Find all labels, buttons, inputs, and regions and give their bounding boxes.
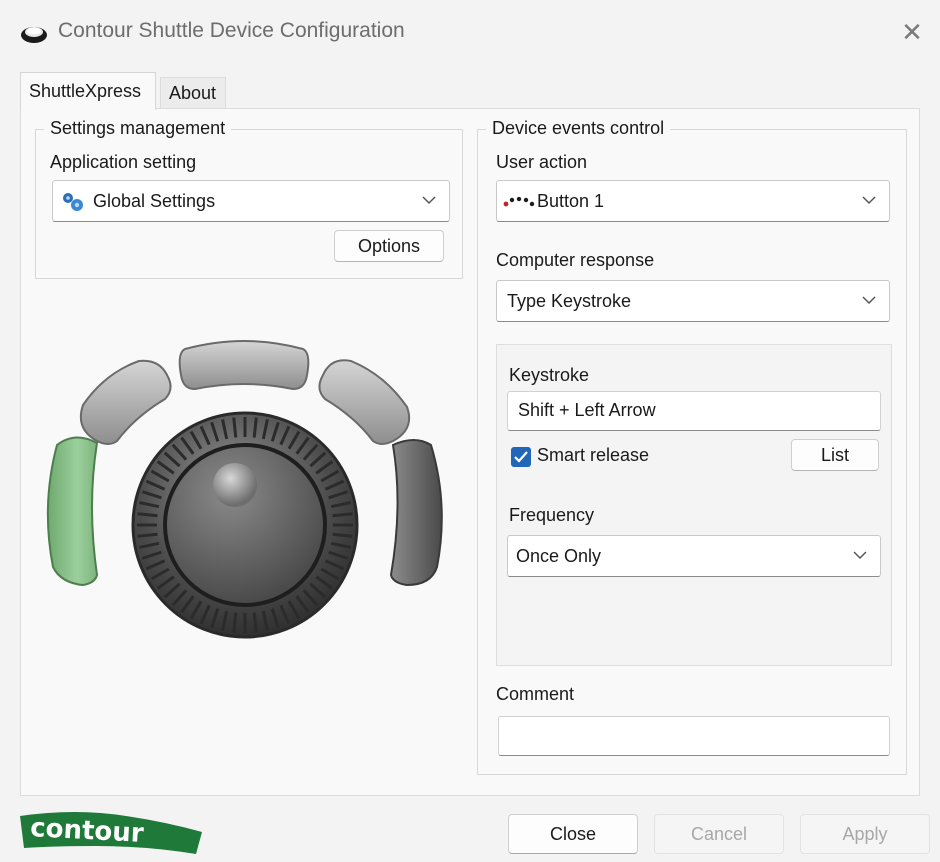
computer-response-value: Type Keystroke — [507, 291, 632, 311]
frequency-dropdown[interactable]: Once Only — [507, 535, 881, 577]
tab-about-label: About — [169, 83, 217, 103]
title-bar: Contour Shuttle Device Configuration ✕ — [0, 0, 940, 64]
chevron-down-icon — [862, 296, 876, 305]
shuttle-ring-grip — [252, 417, 258, 438]
frequency-value: Once Only — [516, 546, 602, 566]
response-options-panel: Keystroke Shift + Left Arrow Smart relea… — [496, 344, 892, 666]
settings-management-group: Settings management Application setting … — [35, 118, 463, 279]
window-close-icon[interactable]: ✕ — [896, 16, 928, 48]
shuttle-ring-grip — [332, 532, 353, 538]
window-title: Contour Shuttle Device Configuration — [58, 19, 405, 42]
tab-shuttlexpress[interactable]: ShuttleXpress — [20, 72, 156, 110]
shuttlexpress-device-illustration — [46, 340, 443, 639]
chevron-down-icon — [422, 196, 436, 205]
device-button-4[interactable] — [318, 359, 411, 445]
shuttle-ring-grip — [232, 417, 238, 438]
shuttle-ring-grip — [232, 612, 238, 633]
user-action-label: User action — [496, 152, 588, 172]
settings-management-title: Settings management — [44, 118, 232, 139]
shuttle-ring-grip — [137, 512, 158, 518]
smart-release-checkbox[interactable] — [511, 447, 531, 467]
apply-button: Apply — [800, 814, 930, 854]
computer-response-dropdown[interactable]: Type Keystroke — [496, 280, 890, 322]
chevron-down-icon — [862, 196, 876, 205]
tab-content-panel: Settings management Application setting … — [20, 108, 920, 796]
application-setting-label: Application setting — [50, 152, 197, 172]
device-events-title: Device events control — [486, 118, 671, 139]
cancel-button: Cancel — [654, 814, 784, 854]
tab-shuttlexpress-label: ShuttleXpress — [29, 81, 142, 101]
tab-about[interactable]: About — [160, 77, 226, 108]
comment-field[interactable] — [498, 716, 890, 756]
chevron-down-icon — [853, 551, 867, 560]
device-button-2[interactable] — [79, 359, 172, 445]
options-button[interactable]: Options — [334, 230, 444, 262]
device-events-group: Device events control User action Button… — [477, 118, 907, 775]
application-setting-dropdown[interactable]: Global Settings — [52, 180, 450, 222]
keystroke-label: Keystroke — [509, 365, 590, 385]
logo-text: contour — [30, 813, 145, 849]
close-button[interactable]: Close — [508, 814, 638, 854]
user-action-value: Button 1 — [537, 191, 605, 211]
contour-logo: contour — [20, 812, 202, 854]
global-settings-icon — [63, 193, 83, 211]
config-window: Contour Shuttle Device Configuration ✕ S… — [0, 0, 940, 862]
shuttle-ring-grip — [252, 612, 258, 633]
button-dots-icon — [503, 197, 535, 207]
list-button[interactable]: List — [791, 439, 879, 471]
device-button-5[interactable] — [389, 439, 443, 587]
user-action-dropdown[interactable]: Button 1 — [496, 180, 890, 222]
device-button-3[interactable] — [178, 340, 310, 391]
comment-label: Comment — [496, 684, 575, 704]
keystroke-field[interactable]: Shift + Left Arrow — [507, 391, 881, 431]
computer-response-label: Computer response — [496, 250, 655, 270]
shuttle-ring-grip — [332, 512, 353, 518]
shuttle-ring-grip — [137, 532, 158, 538]
checkmark-icon — [514, 451, 528, 463]
frequency-label: Frequency — [509, 505, 595, 525]
application-setting-value: Global Settings — [93, 191, 216, 211]
jog-knob-dimple — [213, 463, 257, 507]
smart-release-label: Smart release — [537, 445, 650, 465]
device-button-1[interactable] — [46, 436, 99, 587]
shuttle-app-icon — [21, 27, 47, 43]
